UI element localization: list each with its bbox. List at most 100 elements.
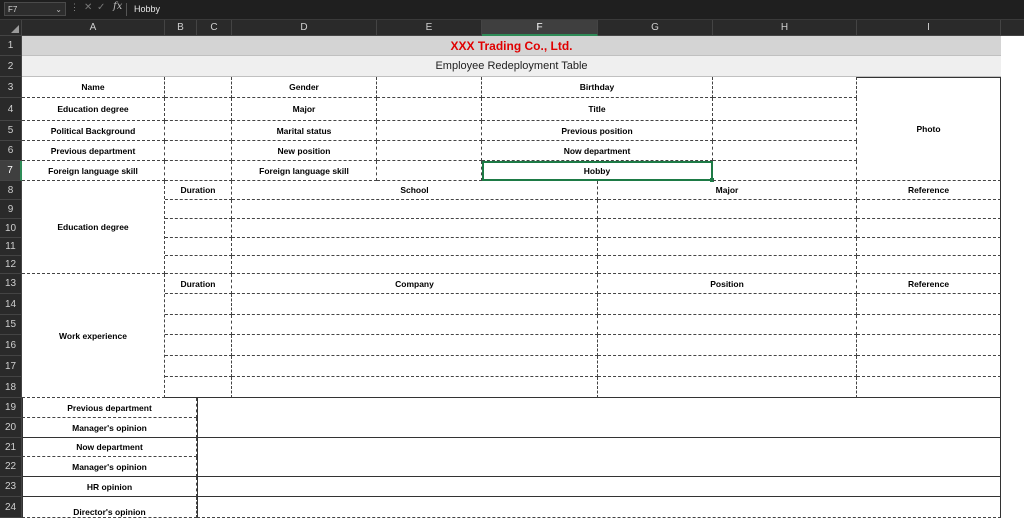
row-header-16[interactable]: 16: [0, 335, 22, 356]
label-birthday[interactable]: Birthday: [482, 77, 713, 98]
column-header-b[interactable]: B: [165, 20, 197, 36]
education-reference-cell[interactable]: [857, 238, 1001, 256]
value-political-background[interactable]: [165, 121, 232, 141]
work-company-cell[interactable]: [232, 356, 598, 377]
education-duration-cell[interactable]: [165, 256, 232, 274]
column-header-i[interactable]: I: [857, 20, 1001, 36]
label-title[interactable]: Title: [482, 98, 713, 121]
value-marital-status[interactable]: [377, 121, 482, 141]
row-header-12[interactable]: 12: [0, 256, 22, 274]
label-foreign-language-skill[interactable]: Foreign language skill: [22, 161, 165, 181]
education-major-cell[interactable]: [598, 256, 857, 274]
label-now-department[interactable]: Now department: [482, 141, 713, 161]
education-duration-cell[interactable]: [165, 200, 232, 219]
formula-input[interactable]: Hobby: [134, 2, 160, 16]
column-header-extra[interactable]: [1001, 20, 1024, 36]
row-header-7[interactable]: 7: [0, 161, 22, 181]
value-education-degree[interactable]: [165, 98, 232, 121]
opinion-label-previous-department[interactable]: Previous department: [22, 398, 197, 418]
name-box[interactable]: F7 ⌄: [4, 2, 66, 16]
education-reference-cell[interactable]: [857, 200, 1001, 219]
value-previous-department[interactable]: [165, 141, 232, 161]
work-company-cell[interactable]: [232, 315, 598, 335]
row-header-6[interactable]: 6: [0, 141, 22, 161]
work-duration-cell[interactable]: [165, 294, 232, 315]
work-position-cell[interactable]: [598, 356, 857, 377]
work-company-cell[interactable]: [232, 377, 598, 398]
company-title[interactable]: XXX Trading Co., Ltd.: [22, 36, 1001, 56]
table-title[interactable]: Employee Redeployment Table: [22, 56, 1001, 77]
education-header-major[interactable]: Major: [598, 181, 857, 200]
confirm-icon[interactable]: ✓: [97, 2, 105, 13]
row-header-22[interactable]: 22: [0, 457, 22, 477]
work-duration-cell[interactable]: [165, 377, 232, 398]
column-header-f[interactable]: F: [482, 20, 598, 36]
label-previous-position[interactable]: Previous position: [482, 121, 713, 141]
work-header-company[interactable]: Company: [232, 274, 598, 294]
education-header-reference[interactable]: Reference: [857, 181, 1001, 200]
work-section-label[interactable]: Work experience: [22, 274, 165, 398]
row-header-17[interactable]: 17: [0, 356, 22, 377]
value-foreign-language-skill-2[interactable]: [377, 161, 482, 181]
row-header-24[interactable]: 24: [0, 497, 22, 518]
label-new-position[interactable]: New position: [232, 141, 377, 161]
column-header-a[interactable]: A: [22, 20, 165, 36]
opinion-label-hr[interactable]: HR opinion: [22, 477, 197, 497]
education-school-cell[interactable]: [232, 256, 598, 274]
education-duration-cell[interactable]: [165, 219, 232, 238]
column-header-c[interactable]: C: [197, 20, 232, 36]
row-header-9[interactable]: 9: [0, 200, 22, 219]
column-header-e[interactable]: E: [377, 20, 482, 36]
work-header-reference[interactable]: Reference: [857, 274, 1001, 294]
work-reference-cell[interactable]: [857, 377, 1001, 398]
opinion-label-director[interactable]: Director's opinion: [22, 497, 197, 518]
education-duration-cell[interactable]: [165, 238, 232, 256]
label-political-background[interactable]: Political Background: [22, 121, 165, 141]
work-duration-cell[interactable]: [165, 356, 232, 377]
label-foreign-language-skill-2[interactable]: Foreign language skill: [232, 161, 377, 181]
photo-area[interactable]: Photo: [857, 77, 1001, 181]
opinion-box-previous-department[interactable]: [197, 398, 1001, 438]
value-gender[interactable]: [377, 77, 482, 98]
label-education-degree[interactable]: Education degree: [22, 98, 165, 121]
education-major-cell[interactable]: [598, 219, 857, 238]
label-name[interactable]: Name: [22, 77, 165, 98]
row-header-3[interactable]: 3: [0, 77, 22, 98]
opinion-box-now-department[interactable]: [197, 438, 1001, 477]
more-icon[interactable]: ⋮: [70, 2, 79, 13]
education-school-cell[interactable]: [232, 238, 598, 256]
value-major[interactable]: [377, 98, 482, 121]
column-header-d[interactable]: D: [232, 20, 377, 36]
education-header-school[interactable]: School: [232, 181, 598, 200]
row-header-18[interactable]: 18: [0, 377, 22, 398]
insert-function-icon[interactable]: fx: [113, 1, 122, 12]
opinion-label-now-manager[interactable]: Manager's opinion: [22, 457, 197, 477]
value-hobby[interactable]: [713, 161, 857, 181]
value-birthday[interactable]: [713, 77, 857, 98]
value-name[interactable]: [165, 77, 232, 98]
education-school-cell[interactable]: [232, 200, 598, 219]
row-header-23[interactable]: 23: [0, 477, 22, 497]
row-header-13[interactable]: 13: [0, 274, 22, 294]
work-reference-cell[interactable]: [857, 294, 1001, 315]
label-marital-status[interactable]: Marital status: [232, 121, 377, 141]
value-new-position[interactable]: [377, 141, 482, 161]
value-title[interactable]: [713, 98, 857, 121]
work-header-duration[interactable]: Duration: [165, 274, 232, 294]
opinion-box-hr[interactable]: [197, 477, 1001, 497]
row-header-8[interactable]: 8: [0, 181, 22, 200]
label-major[interactable]: Major: [232, 98, 377, 121]
select-all-button[interactable]: [0, 20, 22, 36]
cancel-icon[interactable]: ✕: [84, 2, 92, 13]
work-duration-cell[interactable]: [165, 335, 232, 356]
row-header-15[interactable]: 15: [0, 315, 22, 335]
opinion-label-previous-manager[interactable]: Manager's opinion: [22, 418, 197, 438]
work-header-position[interactable]: Position: [598, 274, 857, 294]
opinion-box-director[interactable]: [197, 497, 1001, 518]
row-header-19[interactable]: 19: [0, 398, 22, 418]
row-header-2[interactable]: 2: [0, 56, 22, 77]
row-header-14[interactable]: 14: [0, 294, 22, 315]
chevron-down-icon[interactable]: ⌄: [55, 3, 62, 17]
label-previous-department[interactable]: Previous department: [22, 141, 165, 161]
work-reference-cell[interactable]: [857, 335, 1001, 356]
